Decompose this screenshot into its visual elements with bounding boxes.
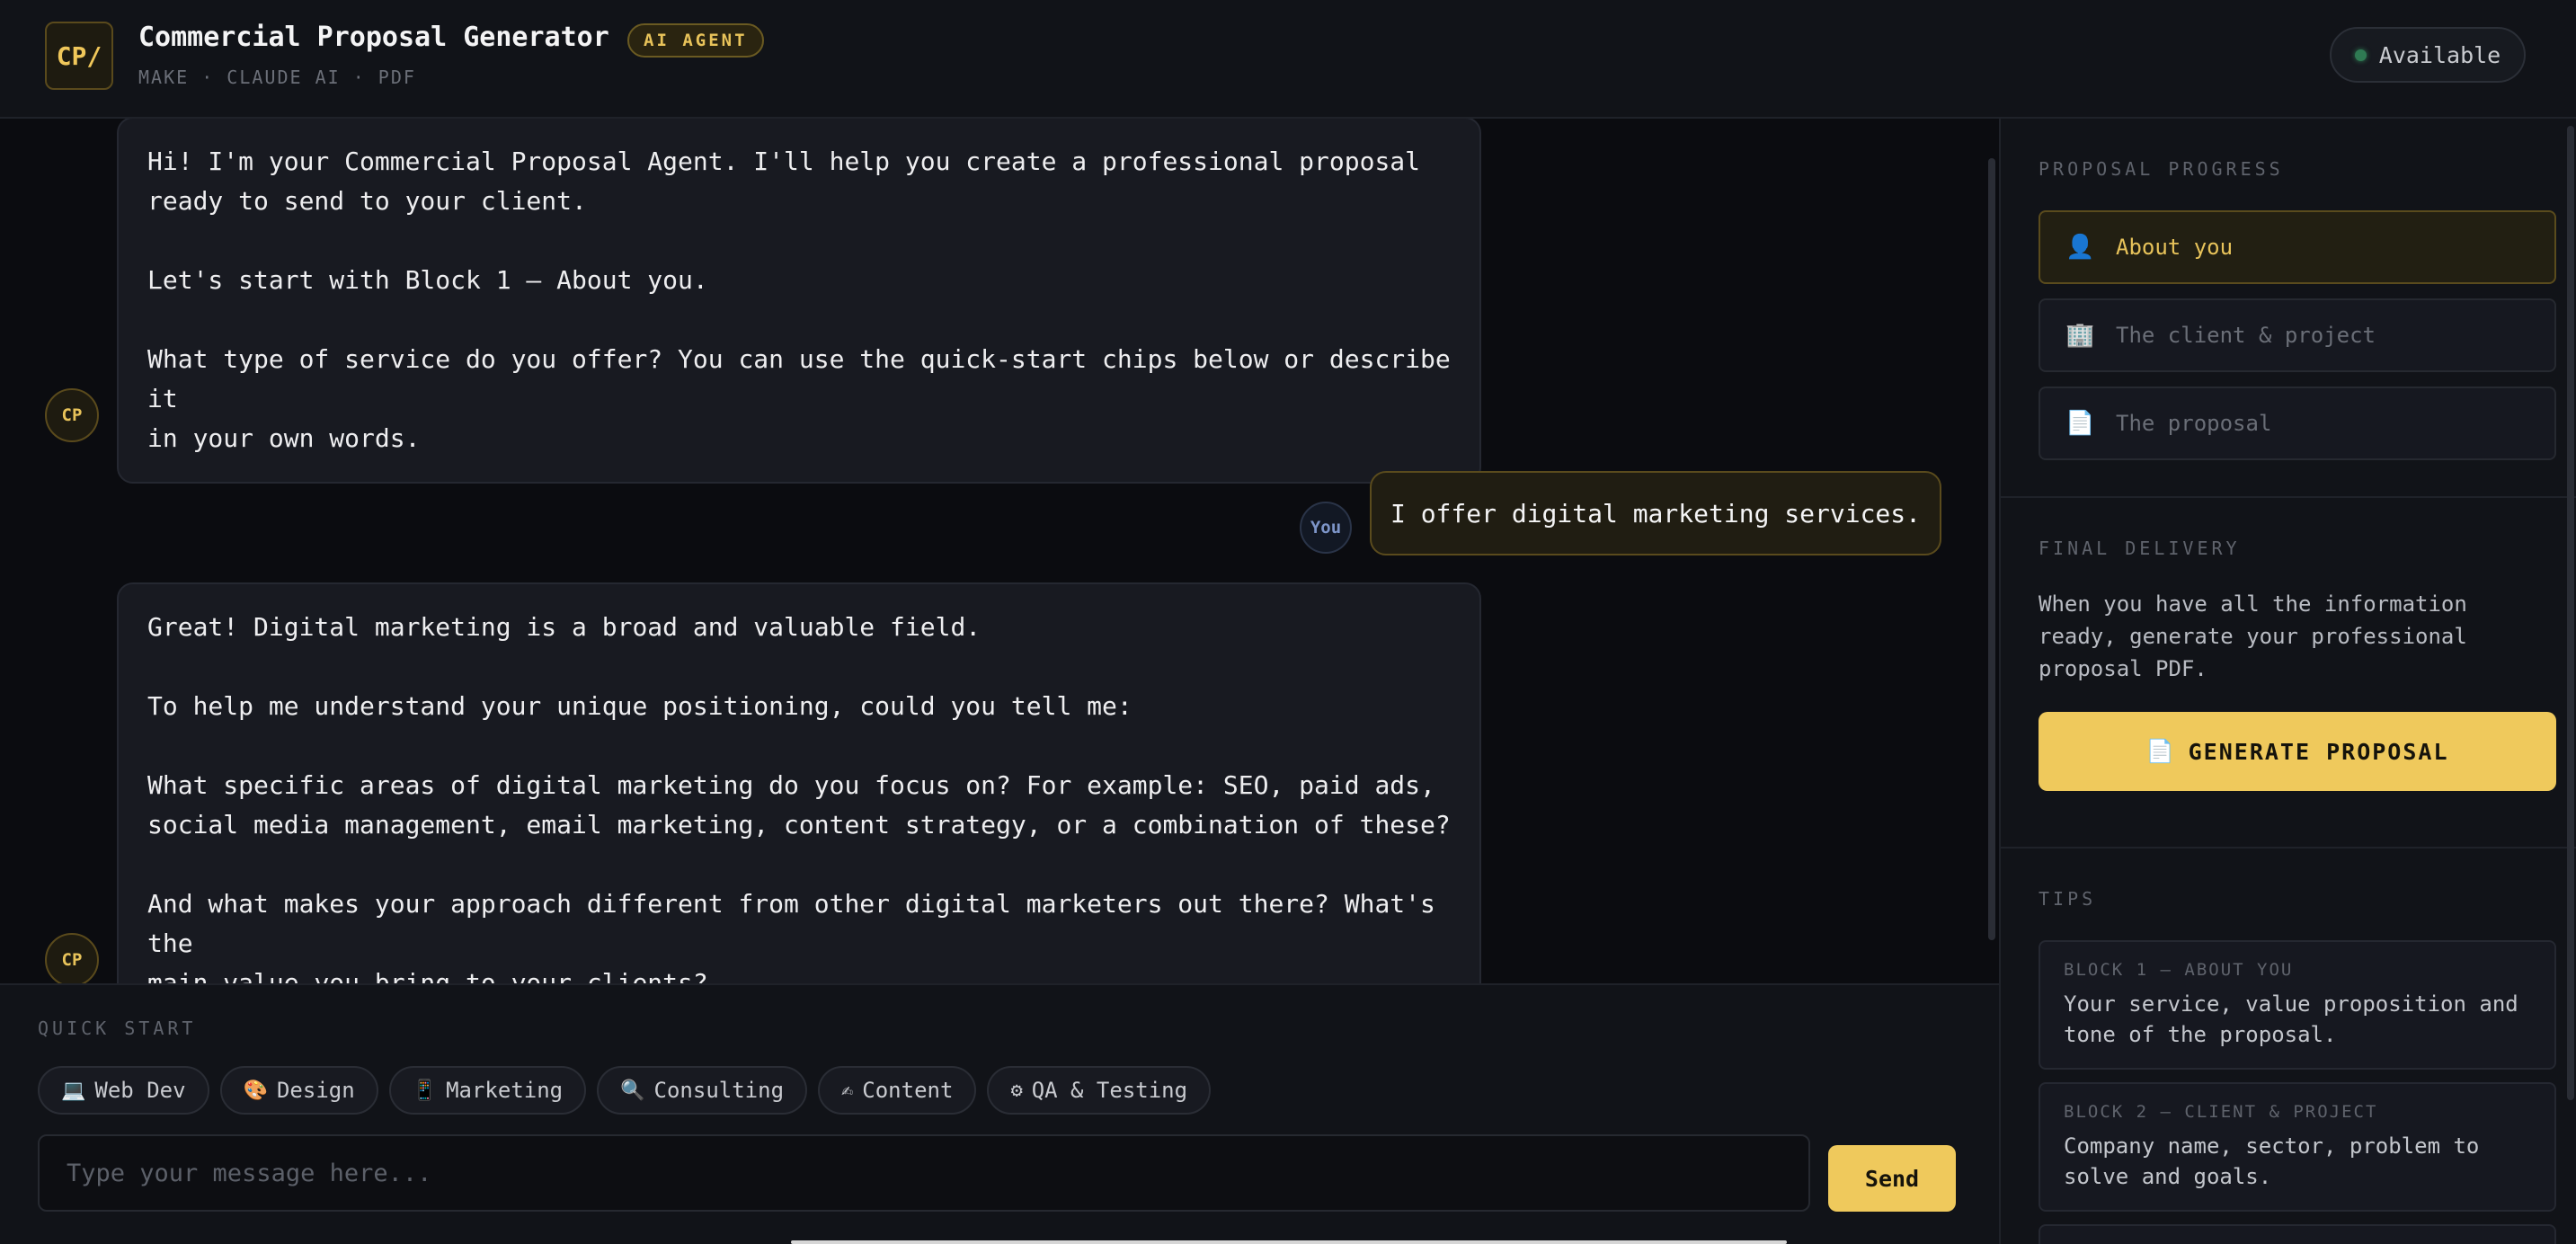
chat-messages[interactable]: Hi! I'm your Commercial Proposal Agent. …: [0, 119, 1999, 983]
chip-qa-testing[interactable]: ⚙ QA & Testing: [987, 1066, 1212, 1115]
tip-text: Your service, value proposition and tone…: [2064, 991, 2518, 1047]
app-window: CP/ Commercial Proposal Generator AI AGE…: [0, 0, 2576, 1244]
generate-proposal-label: GENERATE PROPOSAL: [2188, 738, 2449, 765]
step-proposal[interactable]: 📄 The proposal: [2039, 387, 2556, 460]
chip-content[interactable]: ✍ Content: [818, 1066, 977, 1115]
status-label: Available: [2378, 41, 2501, 68]
user-message: I offer digital marketing services.: [1370, 471, 1941, 555]
chip-label: Marketing: [446, 1078, 564, 1103]
chip-design[interactable]: 🎨 Design: [219, 1066, 378, 1115]
chip-label: QA & Testing: [1031, 1078, 1188, 1103]
tip-card: [2039, 1224, 2556, 1244]
building-icon: 🏢: [2065, 322, 2095, 349]
message-paragraph: And what makes your approach different f…: [147, 889, 1435, 983]
writing-hand-icon: ✍: [841, 1079, 854, 1102]
tip-card: BLOCK 1 — ABOUT YOU Your service, value …: [2039, 940, 2556, 1070]
tip-text: Company name, sector, problem to solve a…: [2064, 1133, 2480, 1189]
final-delivery-label: FINAL DELIVERY: [2039, 538, 2241, 559]
chip-label: Consulting: [653, 1078, 785, 1103]
ai-agent-badge: AI AGENT: [627, 23, 764, 58]
person-icon: 👤: [2065, 234, 2095, 261]
step-label: The proposal: [2116, 411, 2272, 436]
bot-avatar: CP: [45, 933, 99, 983]
chip-marketing[interactable]: 📱 Marketing: [388, 1066, 587, 1115]
app-header: CP/ Commercial Proposal Generator AI AGE…: [0, 0, 2576, 119]
message-paragraph: What specific areas of digital marketing…: [147, 770, 1451, 840]
generate-proposal-button[interactable]: 📄 GENERATE PROPOSAL: [2039, 712, 2556, 791]
document-icon: 📄: [2145, 738, 2176, 764]
final-delivery-text: When you have all the information ready,…: [2039, 591, 2467, 681]
chip-label: Design: [276, 1078, 355, 1103]
sidebar-scrollbar[interactable]: [2567, 126, 2574, 1100]
send-button[interactable]: Send: [1828, 1145, 1956, 1212]
composer: QUICK START 💻 Web Dev 🎨 Design 📱 Marketi…: [0, 983, 1999, 1244]
message-paragraph: Hi! I'm your Commercial Proposal Agent. …: [147, 147, 1421, 216]
message-input[interactable]: [38, 1134, 1810, 1212]
step-client-project[interactable]: 🏢 The client & project: [2039, 298, 2556, 372]
message-paragraph: What type of service do you offer? You c…: [147, 344, 1451, 453]
chip-consulting[interactable]: 🔍 Consulting: [597, 1066, 808, 1115]
app-logo: CP/: [45, 22, 113, 90]
message-paragraph: To help me understand your unique positi…: [147, 691, 1133, 721]
status-dot-icon: [2354, 49, 2367, 61]
step-label: The client & project: [2116, 323, 2376, 348]
tips-label: TIPS: [2039, 888, 2097, 910]
tip-title: BLOCK 2 — CLIENT & PROJECT: [2064, 1102, 2378, 1122]
document-icon: 📄: [2065, 410, 2095, 437]
app-title: Commercial Proposal Generator: [138, 22, 609, 53]
section-divider: [2001, 496, 2576, 498]
chip-label: Content: [862, 1078, 954, 1103]
tip-title: BLOCK 1 — ABOUT YOU: [2064, 960, 2294, 980]
phone-icon: 📱: [412, 1079, 438, 1102]
gear-icon: ⚙: [1010, 1079, 1023, 1102]
chip-label: Web Dev: [94, 1078, 186, 1103]
chat-scrollbar[interactable]: [1988, 158, 1995, 940]
bot-message: Great! Digital marketing is a broad and …: [117, 582, 1481, 983]
quick-start-chips: 💻 Web Dev 🎨 Design 📱 Marketing 🔍 Consult…: [38, 1066, 1212, 1115]
availability-status: Available: [2330, 27, 2526, 83]
magnifier-icon: 🔍: [620, 1079, 645, 1102]
sidebar: PROPOSAL PROGRESS 👤 About you 🏢 The clie…: [1999, 119, 2576, 1244]
message-paragraph: Let's start with Block 1 — About you.: [147, 265, 708, 295]
app-subtitle: MAKE · CLAUDE AI · PDF: [138, 67, 416, 88]
user-avatar: You: [1300, 502, 1352, 554]
palette-icon: 🎨: [243, 1079, 268, 1102]
quick-start-label: QUICK START: [38, 1017, 197, 1039]
bot-message: Hi! I'm your Commercial Proposal Agent. …: [117, 119, 1481, 484]
tip-card: BLOCK 2 — CLIENT & PROJECT Company name,…: [2039, 1082, 2556, 1212]
section-divider: [2001, 847, 2576, 849]
laptop-icon: 💻: [61, 1079, 86, 1102]
window-resize-handle: [791, 1240, 1787, 1244]
step-label: About you: [2116, 235, 2234, 260]
proposal-progress-label: PROPOSAL PROGRESS: [2039, 158, 2284, 180]
bot-avatar: CP: [45, 388, 99, 442]
step-about-you[interactable]: 👤 About you: [2039, 210, 2556, 284]
chip-web-dev[interactable]: 💻 Web Dev: [38, 1066, 209, 1115]
message-paragraph: Great! Digital marketing is a broad and …: [147, 612, 982, 642]
